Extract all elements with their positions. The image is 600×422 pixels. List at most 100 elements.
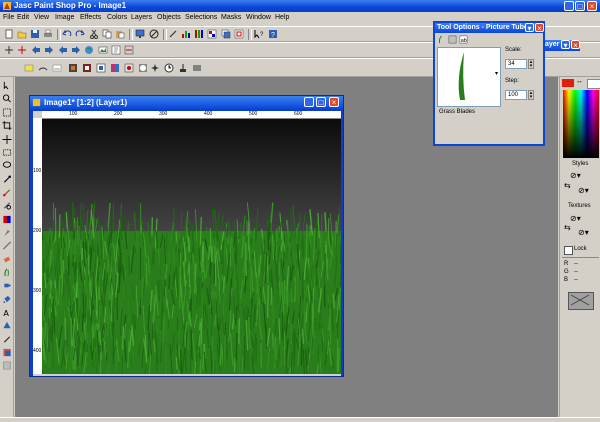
menu-file[interactable]: File (3, 14, 14, 21)
print-icon[interactable] (43, 29, 53, 39)
layer-palette-menu-button[interactable]: ▾ (561, 40, 570, 50)
script-icon[interactable] (111, 45, 121, 55)
maximize-button[interactable]: □ (575, 1, 585, 11)
new-file-icon[interactable] (4, 29, 14, 39)
crop-tool-icon[interactable] (2, 121, 12, 130)
menu-window[interactable]: Window (246, 14, 271, 21)
selection-tool-icon[interactable] (2, 148, 12, 157)
warp-tool-icon[interactable] (2, 361, 12, 370)
color-adjust-icon[interactable] (110, 63, 120, 73)
image-browser-icon[interactable] (98, 45, 108, 55)
frame-icon[interactable] (82, 63, 92, 73)
overview-icon[interactable] (234, 29, 244, 39)
color-bars-icon[interactable] (194, 29, 204, 39)
image-maximize-button[interactable]: □ (316, 97, 326, 107)
scale-spinner[interactable]: ▴ ▾ (528, 59, 534, 69)
undo-icon[interactable] (62, 29, 72, 39)
redo-icon[interactable] (75, 29, 85, 39)
tube-dropdown-arrow-icon[interactable]: ▾ (495, 70, 498, 77)
clone-brush-icon[interactable] (2, 201, 12, 210)
layer-palette-titlebar[interactable]: ayer ▾ × (540, 40, 580, 51)
retouch-tool-icon[interactable] (2, 228, 12, 237)
tube-preview[interactable]: ▾ (437, 47, 501, 107)
sparkle-icon[interactable] (150, 63, 160, 73)
plus-cross-icon[interactable] (4, 45, 14, 55)
dropper-tool-icon[interactable] (2, 175, 12, 184)
menu-colors[interactable]: Colors (107, 14, 127, 21)
scale-input[interactable]: 34 (505, 59, 527, 69)
pen-tool-icon[interactable] (2, 335, 12, 344)
background-style-null-icon[interactable]: ⊘▾ (578, 186, 589, 195)
object-selector-icon[interactable] (2, 348, 12, 357)
image-window-titlebar[interactable]: Image1* [1:2] (Layer1) _ □ × (30, 96, 343, 109)
tool-options-close-button[interactable]: × (535, 23, 544, 33)
arrow-left-icon[interactable] (31, 45, 41, 55)
menu-masks[interactable]: Masks (221, 14, 241, 21)
picture-tube-icon[interactable] (2, 268, 12, 277)
image-close-button[interactable]: × (329, 97, 339, 107)
flood-fill-icon[interactable] (2, 295, 12, 304)
pan-tool-icon[interactable] (2, 81, 12, 90)
image-canvas[interactable] (42, 119, 341, 374)
menu-image[interactable]: Image (55, 14, 74, 21)
foreground-color-swatch[interactable] (562, 79, 574, 87)
tool-options-menu-button[interactable]: ▾ (525, 23, 534, 33)
help-book-icon[interactable]: ? (268, 29, 278, 39)
color-replacer-icon[interactable] (2, 215, 12, 224)
foreground-style-null-icon[interactable]: ⊘▾ (570, 171, 581, 180)
copy-icon[interactable] (102, 29, 112, 39)
batch-icon[interactable] (124, 45, 134, 55)
minimize-button[interactable]: _ (564, 1, 574, 11)
no-entry-icon[interactable] (149, 29, 159, 39)
deform-tool-icon[interactable] (2, 108, 12, 117)
effect-browser-icon[interactable] (68, 63, 78, 73)
menu-view[interactable]: View (34, 14, 49, 21)
background-texture-null-icon[interactable]: ⊘▾ (578, 228, 589, 237)
stack-icon[interactable] (192, 63, 202, 73)
menu-objects[interactable]: Objects (157, 14, 181, 21)
tube-settings-icon[interactable] (448, 35, 457, 44)
image-window[interactable]: Image1* [1:2] (Layer1) _ □ × 100 200 300… (29, 95, 344, 377)
crop-cross-icon[interactable] (17, 45, 27, 55)
stamp-icon[interactable] (178, 63, 188, 73)
arrow-left-2-icon[interactable] (58, 45, 68, 55)
layer-palette-close-button[interactable]: × (571, 40, 580, 50)
lock-checkbox[interactable] (564, 246, 573, 255)
scratch-remover-icon[interactable] (2, 241, 12, 250)
background-color-swatch[interactable] (587, 79, 600, 89)
text-tool-icon[interactable]: A (2, 308, 12, 317)
menu-edit[interactable]: Edit (17, 14, 29, 21)
help-pointer-icon[interactable]: ? (254, 29, 264, 39)
airbrush-icon[interactable] (2, 281, 12, 290)
yellow-swatch-icon[interactable] (24, 63, 34, 73)
arrow-right-2-icon[interactable] (71, 45, 81, 55)
arrow-right-icon[interactable] (44, 45, 54, 55)
menu-layers[interactable]: Layers (131, 14, 152, 21)
pen-icon[interactable] (168, 29, 178, 39)
image-minimize-button[interactable]: _ (304, 97, 314, 107)
paint-brush-icon[interactable] (2, 188, 12, 197)
save-icon[interactable] (30, 29, 40, 39)
palette-icon[interactable] (207, 29, 217, 39)
zoom-tool-icon[interactable] (2, 94, 12, 103)
clock-icon[interactable] (164, 63, 174, 73)
layers-icon[interactable] (221, 29, 231, 39)
picture-frame-icon[interactable] (96, 63, 106, 73)
picture-tube-mode-icon[interactable] (437, 35, 446, 44)
lasso-tool-icon[interactable] (2, 161, 12, 170)
swap-styles-icon[interactable]: ⇆ (564, 181, 571, 190)
menu-selections[interactable]: Selections (185, 14, 217, 21)
swap-colors-icon[interactable]: ↔ (576, 78, 583, 85)
monitor-icon[interactable] (135, 29, 145, 39)
eraser-tool-icon[interactable] (2, 255, 12, 264)
mask-icon[interactable] (138, 63, 148, 73)
color-spectrum[interactable] (563, 90, 599, 158)
menu-help[interactable]: Help (275, 14, 289, 21)
swap-textures-icon[interactable]: ⇆ (564, 223, 571, 232)
paper-icon[interactable] (52, 63, 62, 73)
paste-icon[interactable] (115, 29, 125, 39)
photo-fix-icon[interactable] (124, 63, 134, 73)
histogram-icon[interactable] (181, 29, 191, 39)
step-spinner[interactable]: ▴ ▾ (528, 90, 534, 100)
tool-options-titlebar[interactable]: Tool Options - Picture Tube ▾ × (435, 23, 544, 33)
